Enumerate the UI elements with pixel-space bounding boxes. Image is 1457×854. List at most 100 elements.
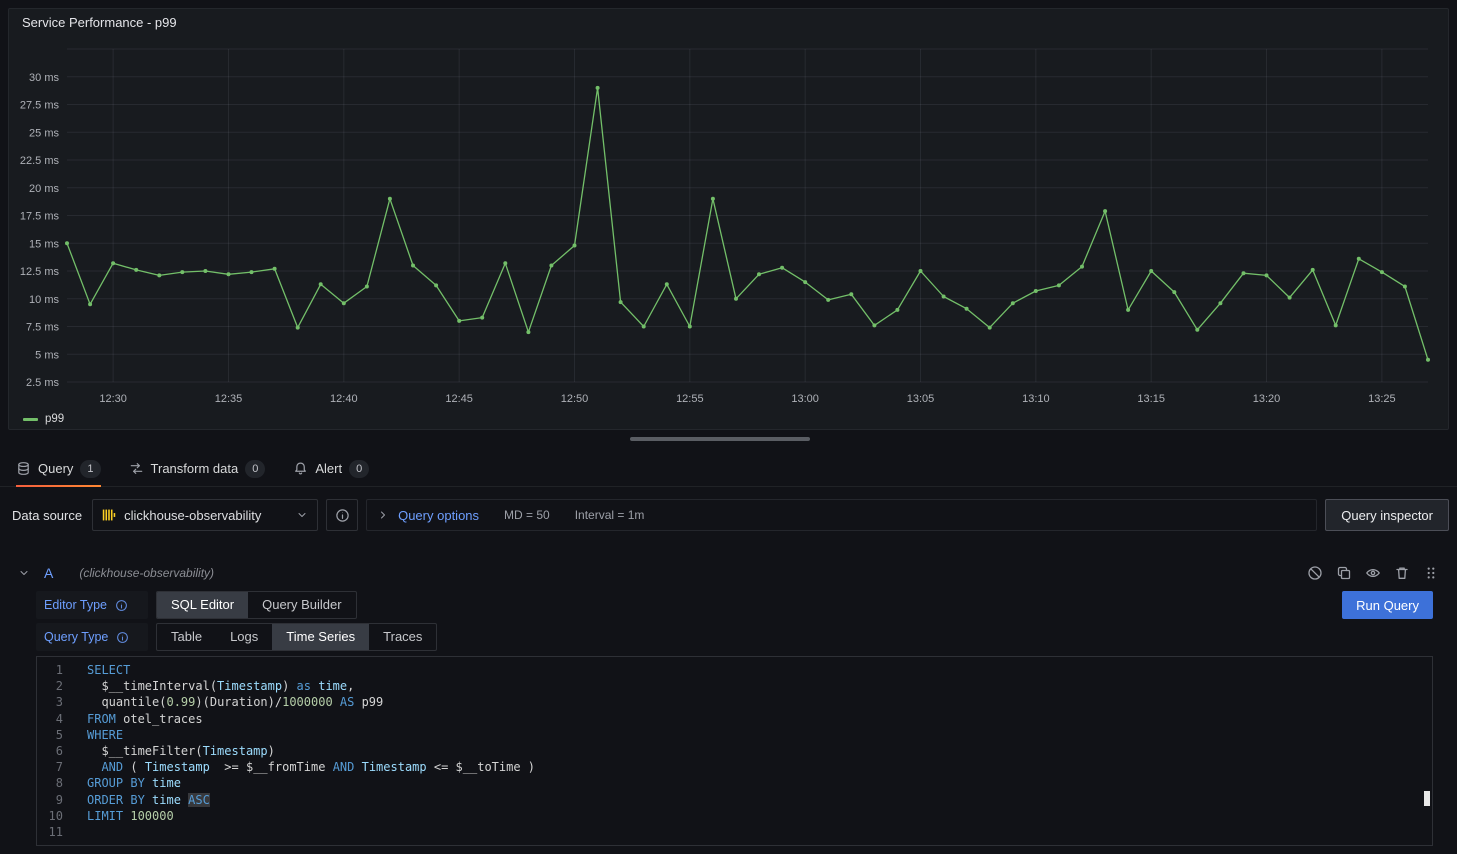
chevron-right-icon[interactable] [377,509,389,521]
editor-type-radio-group: SQL Editor Query Builder [156,591,357,619]
tab-bar: Query 1 Transform data 0 Alert 0 [0,451,1457,487]
datasource-value: clickhouse-observability [124,508,288,523]
duplicate-query-button[interactable] [1336,565,1352,581]
svg-text:12.5 ms: 12.5 ms [20,266,60,278]
editor-type-label: Editor Type [44,598,107,612]
chart-legend[interactable]: p99 [23,413,64,425]
delete-query-button[interactable] [1394,565,1410,581]
code-line[interactable]: 6 $__timeFilter(Timestamp) [37,743,1432,759]
horizontal-scrollbar-thumb[interactable] [630,437,810,441]
tab-transform-label: Transform data [151,461,239,476]
svg-text:27.5 ms: 27.5 ms [20,100,60,112]
svg-text:2.5 ms: 2.5 ms [26,377,60,389]
query-type-label: Query Type [44,630,108,644]
code-line[interactable]: 11 [37,824,1432,840]
radio-time-series[interactable]: Time Series [272,624,369,650]
radio-traces[interactable]: Traces [369,624,436,650]
query-options-interval: Interval = 1m [575,508,645,522]
datasource-toolbar: Data source clickhouse-observability Que… [8,499,1449,531]
tab-transform-count-badge: 0 [245,460,265,478]
tab-query-label: Query [38,461,73,476]
drag-handle-icon [1423,565,1439,581]
code-line[interactable]: 4FROM otel_traces [37,711,1432,727]
query-ref-id[interactable]: A [44,565,53,581]
svg-text:10 ms: 10 ms [29,294,59,306]
toggle-visibility-button[interactable] [1365,565,1381,581]
ban-icon [1307,565,1323,581]
tab-query[interactable]: Query 1 [16,451,101,486]
svg-text:25 ms: 25 ms [29,127,59,139]
code-line[interactable]: 2 $__timeInterval(Timestamp) as time, [37,678,1432,694]
info-circle-icon[interactable] [115,599,128,612]
datasource-help-button[interactable] [326,499,358,531]
svg-text:13:15: 13:15 [1137,393,1165,405]
svg-text:5 ms: 5 ms [35,349,59,361]
transform-arrows-icon [129,461,144,476]
svg-text:22.5 ms: 22.5 ms [20,155,60,167]
editor-overview-ruler-cursor [1424,791,1430,806]
tab-alert-label: Alert [315,461,342,476]
svg-text:13:25: 13:25 [1368,393,1396,405]
clickhouse-logo-icon [102,508,116,522]
svg-text:13:10: 13:10 [1022,393,1050,405]
info-circle-icon[interactable] [116,631,129,644]
query-options-link[interactable]: Query options [398,508,479,523]
svg-text:12:40: 12:40 [330,393,358,405]
panel-title[interactable]: Service Performance - p99 [9,9,1448,37]
code-line[interactable]: 10LIMIT 100000 [37,808,1432,824]
svg-text:13:05: 13:05 [907,393,935,405]
svg-text:12:30: 12:30 [99,393,127,405]
chevron-down-icon [296,509,308,521]
query-options-md: MD = 50 [504,508,550,522]
radio-table[interactable]: Table [157,624,216,650]
trash-icon [1394,565,1410,581]
tab-transform-data[interactable]: Transform data 0 [129,451,266,486]
code-line[interactable]: 5WHERE [37,727,1432,743]
legend-series-label[interactable]: p99 [45,413,64,425]
svg-text:12:50: 12:50 [561,393,589,405]
disable-query-button[interactable] [1307,565,1323,581]
svg-text:13:00: 13:00 [791,393,819,405]
run-query-button[interactable]: Run Query [1342,591,1433,619]
legend-series-swatch [23,418,38,421]
code-line[interactable]: 8GROUP BY time [37,775,1432,791]
datasource-picker[interactable]: clickhouse-observability [92,499,318,531]
database-icon [16,461,31,476]
grafana-query-editor-page: Service Performance - p99 2.5 ms 5 ms 7.5 … [0,0,1457,854]
svg-text:12:45: 12:45 [445,393,473,405]
sql-code-editor[interactable]: 1SELECT2 $__timeInterval(Timestamp) as t… [36,656,1433,846]
query-row-actions [1307,565,1439,581]
code-line[interactable]: 3 quantile(0.99)(Duration)/1000000 AS p9… [37,694,1432,710]
svg-text:12:55: 12:55 [676,393,704,405]
query-type-row: Query Type Table Logs Time Series Traces [36,623,437,651]
timeseries-panel: Service Performance - p99 2.5 ms 5 ms 7.5 … [8,8,1449,430]
editor-type-field-label: Editor Type [36,591,148,619]
tab-query-count-badge: 1 [80,460,100,478]
drag-query-handle[interactable] [1423,565,1439,581]
query-inspector-button[interactable]: Query inspector [1325,499,1449,531]
radio-sql-editor[interactable]: SQL Editor [157,592,248,618]
svg-text:20 ms: 20 ms [29,183,59,195]
editor-type-row: Editor Type SQL Editor Query Builder [36,591,357,619]
code-line[interactable]: 7 AND ( Timestamp >= $__fromTime AND Tim… [37,759,1432,775]
query-type-radio-group: Table Logs Time Series Traces [156,623,437,651]
radio-query-builder[interactable]: Query Builder [248,592,355,618]
code-line[interactable]: 1SELECT [37,662,1432,678]
svg-text:13:20: 13:20 [1253,393,1281,405]
eye-icon [1365,565,1381,581]
code-line[interactable]: 9ORDER BY time ASC [37,792,1432,808]
datasource-label: Data source [12,508,82,523]
collapse-chevron-down-icon[interactable] [18,567,30,579]
tab-alert[interactable]: Alert 0 [293,451,369,486]
radio-logs[interactable]: Logs [216,624,272,650]
query-row-header[interactable]: A (clickhouse-observability) [8,557,1449,589]
svg-text:7.5 ms: 7.5 ms [26,322,60,334]
copy-icon [1336,565,1352,581]
svg-text:15 ms: 15 ms [29,238,59,250]
timeseries-chart[interactable]: 2.5 ms 5 ms 7.5 ms 10 ms 12.5 ms 15 ms 17.5 ms… [17,39,1442,414]
svg-text:30 ms: 30 ms [29,72,59,84]
svg-text:17.5 ms: 17.5 ms [20,211,60,223]
query-datasource-hint: (clickhouse-observability) [79,566,214,580]
tab-alert-count-badge: 0 [349,460,369,478]
sql-code-lines[interactable]: 1SELECT2 $__timeInterval(Timestamp) as t… [37,662,1432,840]
